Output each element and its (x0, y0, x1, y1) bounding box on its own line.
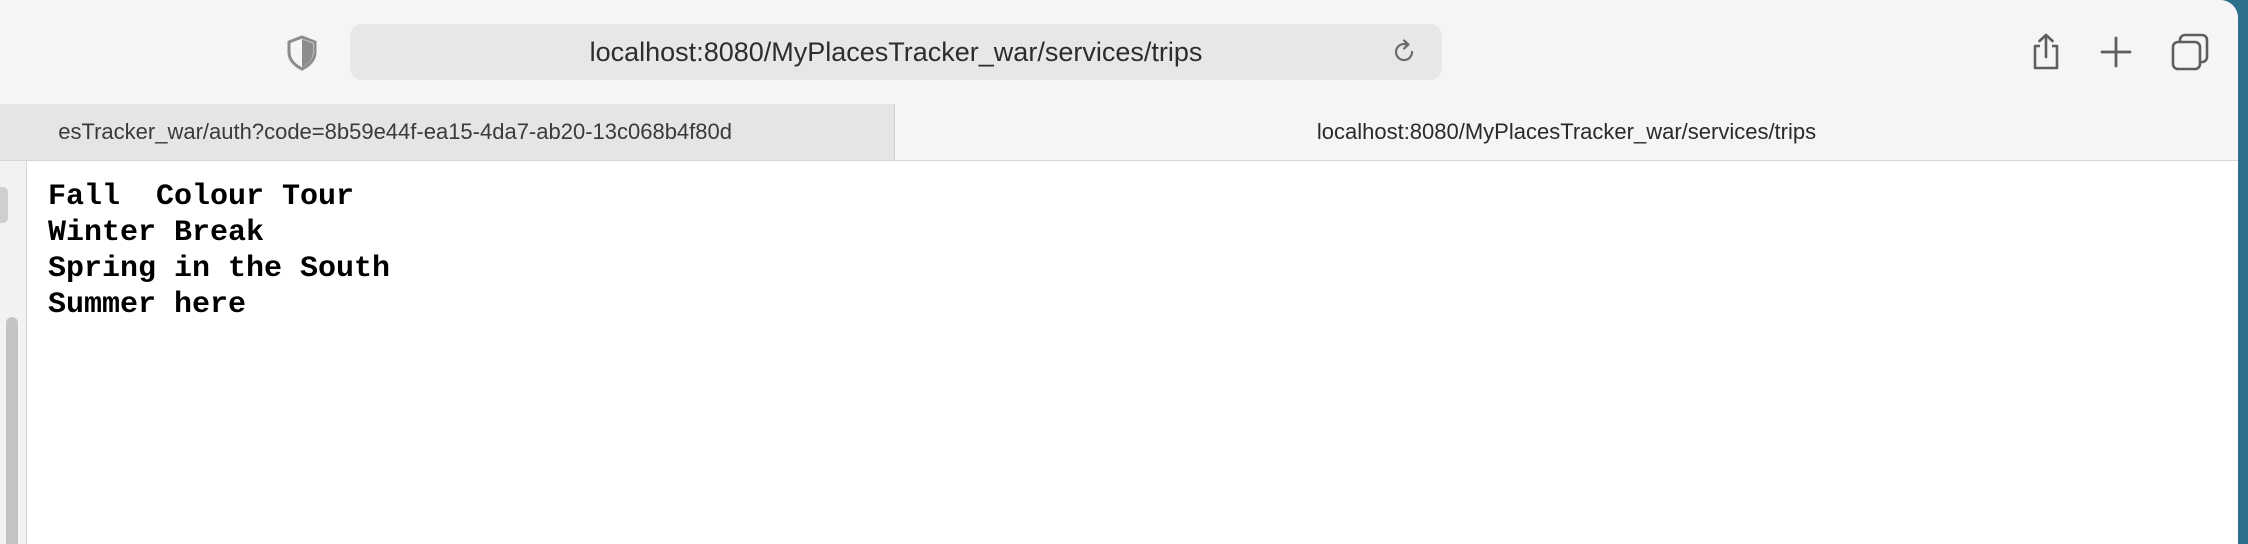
tab-bar: esTracker_war/auth?code=8b59e44f-ea15-4d… (0, 104, 2238, 161)
trips-text: Fall Colour Tour Winter Break Spring in th… (48, 179, 390, 323)
trip-line: Spring in the South (48, 252, 391, 286)
reload-icon[interactable] (1390, 38, 1418, 66)
page-content: Fall Colour Tour Winter Break Spring in th… (0, 161, 2238, 544)
browser-toolbar: localhost:8080/MyPlacesTracker_war/servi… (0, 0, 2238, 104)
share-icon[interactable] (2026, 32, 2066, 72)
plus-icon[interactable] (2096, 32, 2136, 72)
tab-overview-icon[interactable] (2170, 32, 2210, 72)
shield-icon[interactable] (286, 35, 318, 71)
tab-trips-label: localhost:8080/MyPlacesTracker_war/servi… (1316, 119, 1817, 144)
trip-line: Winter Break (48, 216, 265, 250)
trip-line: Fall Colour Tour (48, 180, 355, 214)
address-bar[interactable]: localhost:8080/MyPlacesTracker_war/servi… (350, 24, 1442, 80)
desktop-background (2238, 0, 2248, 544)
tab-auth-label: esTracker_war/auth?code=8b59e44f-ea15-4d… (58, 119, 732, 144)
browser-window: localhost:8080/MyPlacesTracker_war/servi… (0, 0, 2238, 544)
scrollbar[interactable] (6, 317, 18, 544)
sidebar-handle[interactable] (0, 187, 8, 223)
tab-auth[interactable]: esTracker_war/auth?code=8b59e44f-ea15-4d… (0, 104, 895, 160)
trip-line: Summer here (48, 288, 247, 322)
address-text[interactable]: localhost:8080/MyPlacesTracker_war/servi… (350, 24, 1442, 80)
sidebar-edge (0, 161, 27, 544)
tab-trips[interactable]: localhost:8080/MyPlacesTracker_war/servi… (895, 104, 2238, 160)
